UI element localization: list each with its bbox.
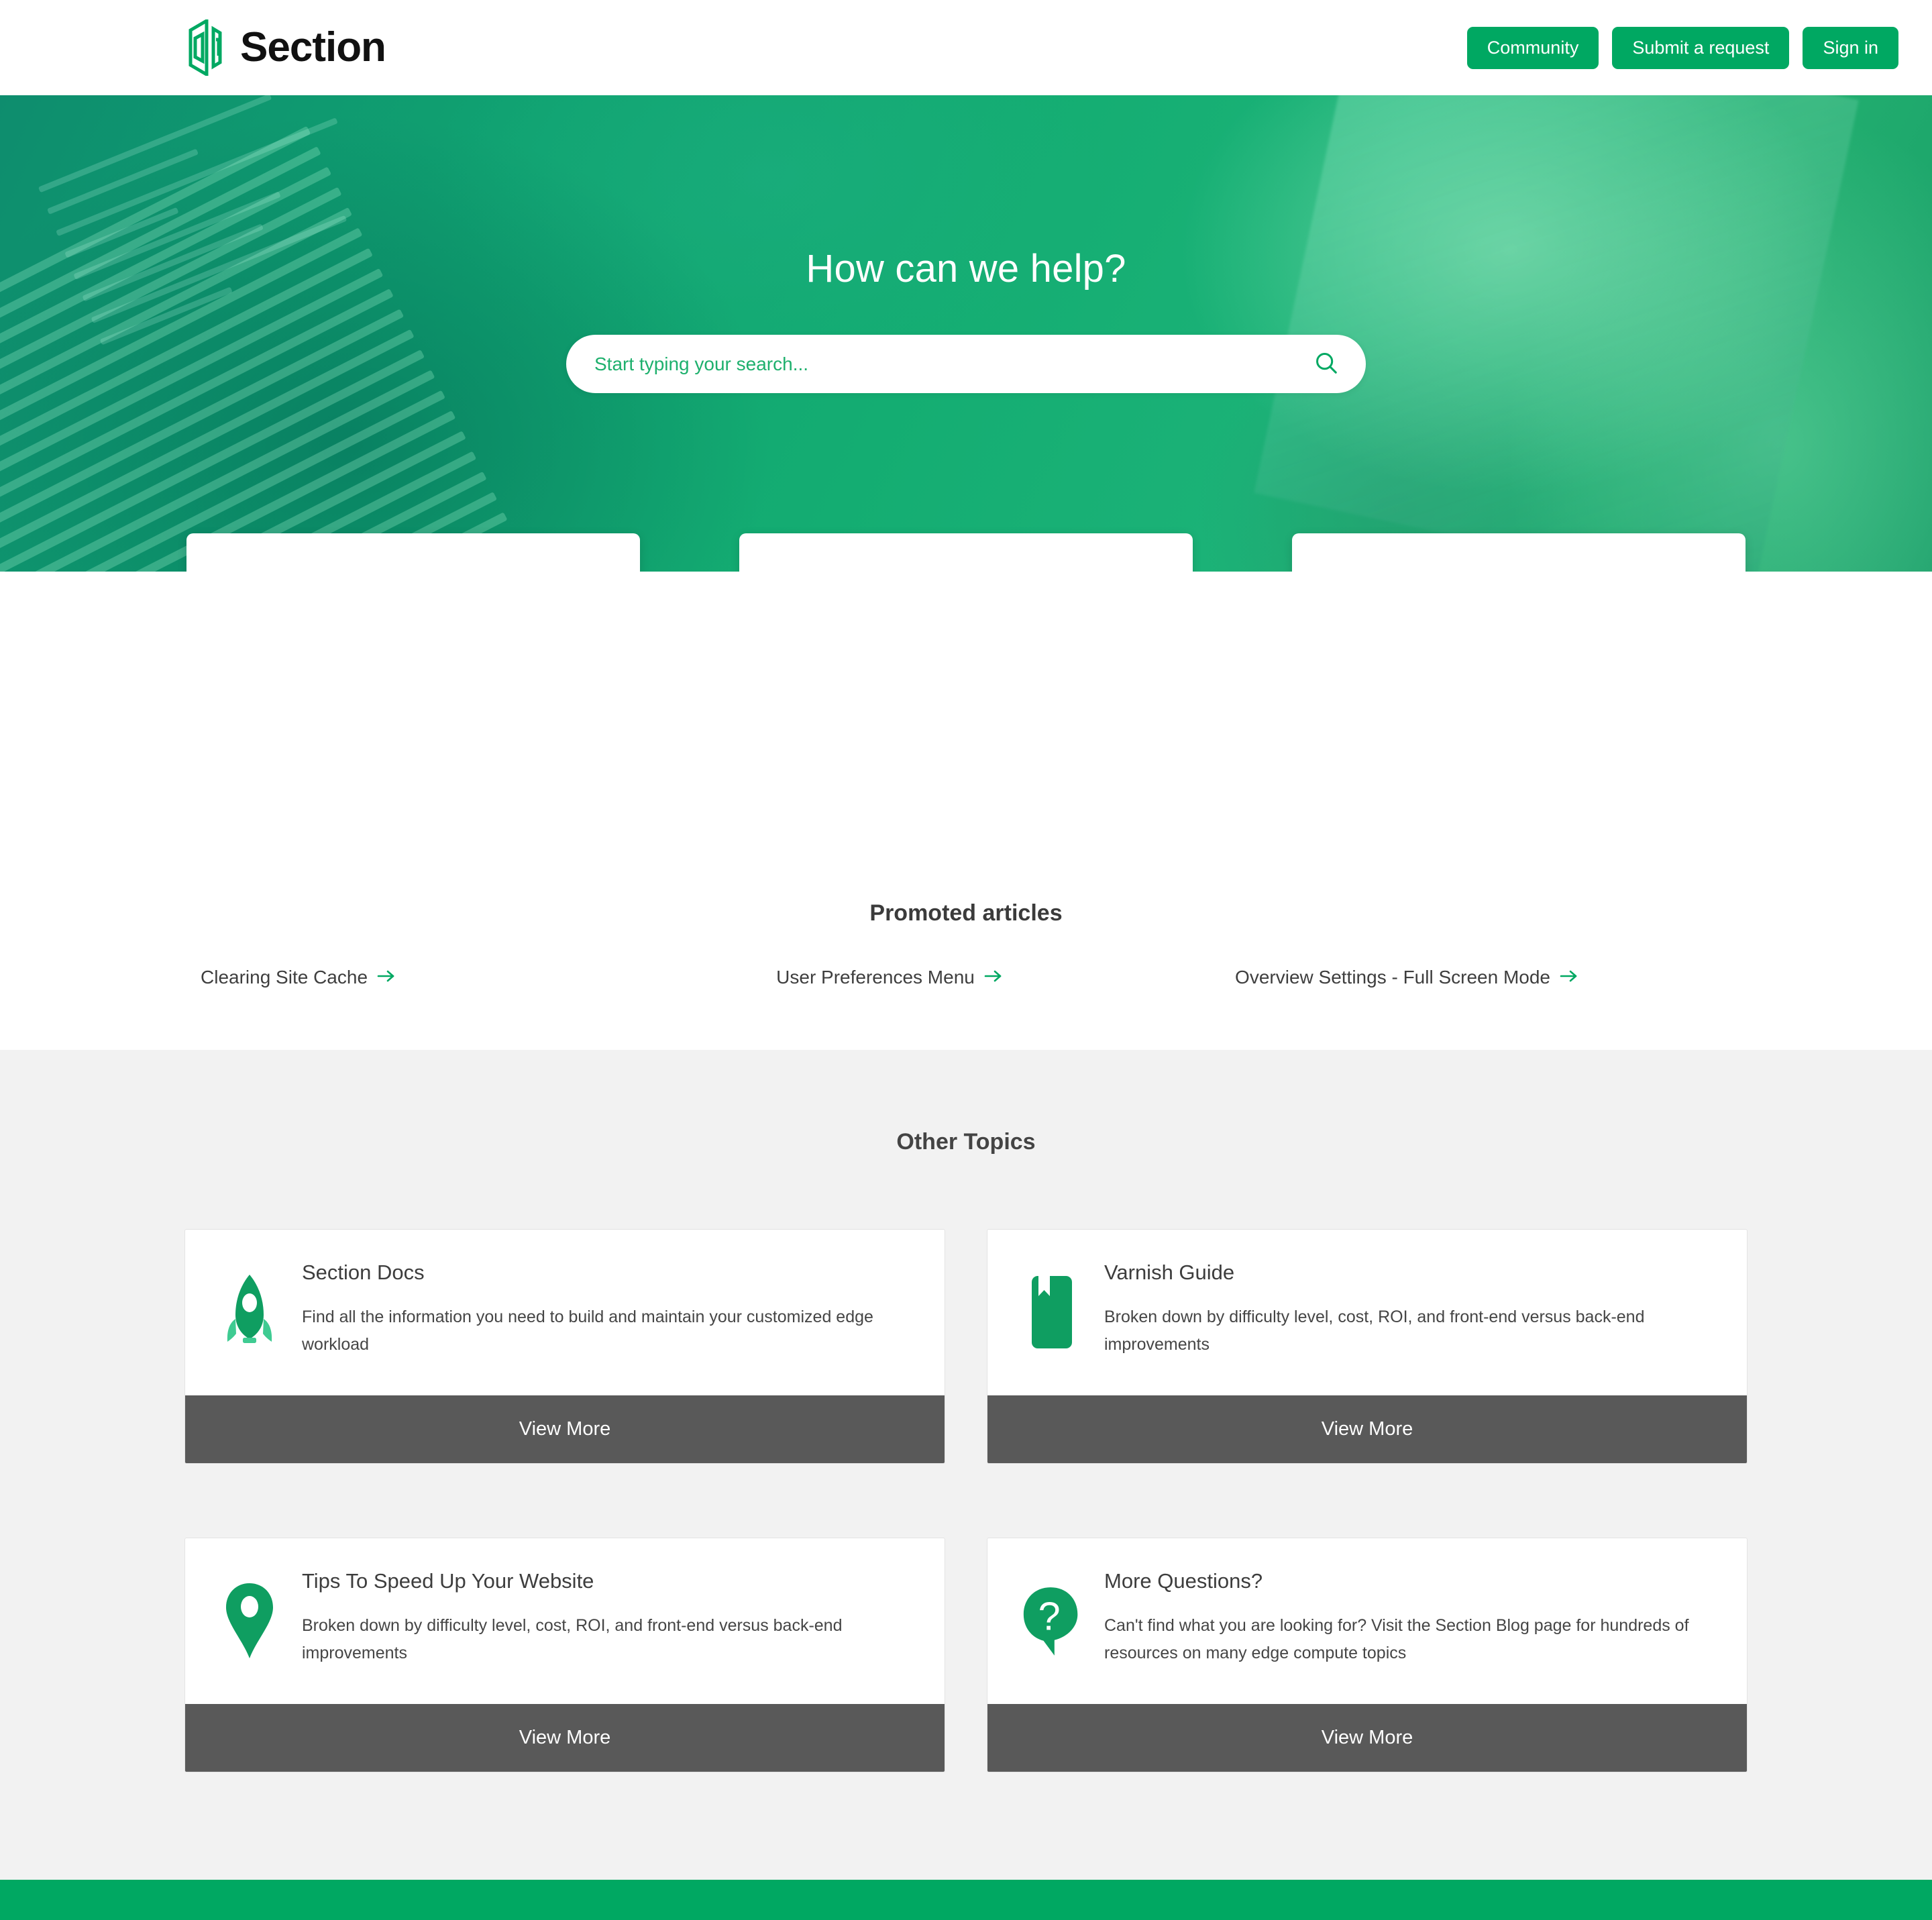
section-aperture-logo-icon	[186, 19, 228, 76]
topic-card-texts: Section Docs Find all the information yo…	[302, 1261, 914, 1358]
promoted-article-label: User Preferences Menu	[776, 967, 975, 988]
arrow-right-icon	[984, 967, 1003, 988]
topic-card-tips-to-speed-up-your-website: Tips To Speed Up Your Website Broken dow…	[184, 1538, 945, 1772]
site-logo[interactable]: Section	[186, 19, 386, 76]
search-submit-button[interactable]	[1309, 348, 1343, 381]
topic-card-body: Section Docs Find all the information yo…	[185, 1230, 945, 1395]
promoted-articles-heading: Promoted articles	[869, 900, 1063, 926]
topic-card-more-questions: ? More Questions? Can't find what you ar…	[987, 1538, 1748, 1772]
search-input[interactable]	[594, 353, 1309, 375]
category-card-status-page[interactable]: Status Page	[1292, 533, 1746, 572]
topic-card-body: ? More Questions? Can't find what you ar…	[987, 1538, 1747, 1704]
category-cards: Aperture Portal	[0, 533, 1932, 572]
promoted-articles-list: Clearing Site Cache User Preferences Men…	[198, 967, 1734, 988]
promoted-article-label: Clearing Site Cache	[201, 967, 368, 988]
site-header: Section Community Submit a request Sign …	[0, 0, 1932, 95]
hero-content: How can we help?	[0, 95, 1932, 393]
topic-card-description: Find all the information you need to bui…	[302, 1308, 873, 1354]
topic-card-description: Broken down by difficulty level, cost, R…	[1104, 1308, 1645, 1354]
topic-card-varnish-guide: Varnish Guide Broken down by difficulty …	[987, 1229, 1748, 1464]
arrow-right-icon	[1560, 967, 1578, 988]
submit-request-button[interactable]: Submit a request	[1612, 26, 1790, 69]
view-more-button[interactable]: View More	[185, 1395, 945, 1463]
topic-card-texts: Varnish Guide Broken down by difficulty …	[1104, 1261, 1716, 1358]
topic-card-title: Tips To Speed Up Your Website	[302, 1569, 594, 1593]
magnifier-icon	[1313, 350, 1339, 378]
other-topics-grid: Section Docs Find all the information yo…	[184, 1229, 1748, 1772]
search-bar	[566, 335, 1366, 393]
topic-card-description: Can't find what you are looking for? Vis…	[1104, 1616, 1689, 1662]
view-more-button[interactable]: View More	[987, 1704, 1747, 1772]
other-topics-section: Other Topics Section Docs Find all the i…	[0, 1050, 1932, 1880]
bookmark-book-icon	[1021, 1261, 1083, 1358]
promoted-articles-section: Promoted articles Clearing Site Cache Us…	[0, 572, 1932, 1050]
topic-card-texts: Tips To Speed Up Your Website Broken dow…	[302, 1569, 914, 1666]
map-pin-icon	[219, 1569, 280, 1666]
help-center-page: Section Community Submit a request Sign …	[0, 0, 1932, 1920]
view-more-button[interactable]: View More	[185, 1704, 945, 1772]
topic-card-texts: More Questions? Can't find what you are …	[1104, 1569, 1716, 1666]
hero-title: How can we help?	[806, 247, 1126, 290]
hero-banner: How can we help? Start typing your searc…	[0, 95, 1932, 572]
community-button[interactable]: Community	[1466, 26, 1599, 69]
sign-in-button[interactable]: Sign in	[1803, 26, 1898, 69]
topic-card-title: Section Docs	[302, 1261, 425, 1284]
view-more-button[interactable]: View More	[987, 1395, 1747, 1463]
category-card-section-changelog[interactable]: Section Changelog	[739, 533, 1193, 572]
rocket-icon	[219, 1261, 280, 1358]
promoted-article-link[interactable]: Overview Settings - Full Screen Mode	[1119, 967, 1734, 988]
promoted-article-label: Overview Settings - Full Screen Mode	[1235, 967, 1551, 988]
other-topics-heading: Other Topics	[896, 1129, 1036, 1155]
topic-card-description: Broken down by difficulty level, cost, R…	[302, 1616, 843, 1662]
topic-card-title: More Questions?	[1104, 1569, 1263, 1593]
topic-card-title: Varnish Guide	[1104, 1261, 1235, 1284]
svg-text:?: ?	[1038, 1593, 1061, 1638]
arrow-right-icon	[377, 967, 396, 988]
question-bubble-icon: ?	[1021, 1569, 1083, 1666]
topic-card-body: Tips To Speed Up Your Website Broken dow…	[185, 1538, 945, 1704]
promoted-article-link[interactable]: Clearing Site Cache	[198, 967, 660, 988]
category-card-aperture-portal[interactable]: Aperture Portal	[186, 533, 640, 572]
topic-card-body: Varnish Guide Broken down by difficulty …	[987, 1230, 1747, 1395]
header-actions: Community Submit a request Sign in	[1466, 26, 1898, 69]
site-footer: Copyright © 2020. section.io support. Al…	[0, 1880, 1932, 1920]
promoted-article-link[interactable]: User Preferences Menu	[660, 967, 1120, 988]
logo-text: Section	[240, 24, 386, 70]
topic-card-section-docs: Section Docs Find all the information yo…	[184, 1229, 945, 1464]
